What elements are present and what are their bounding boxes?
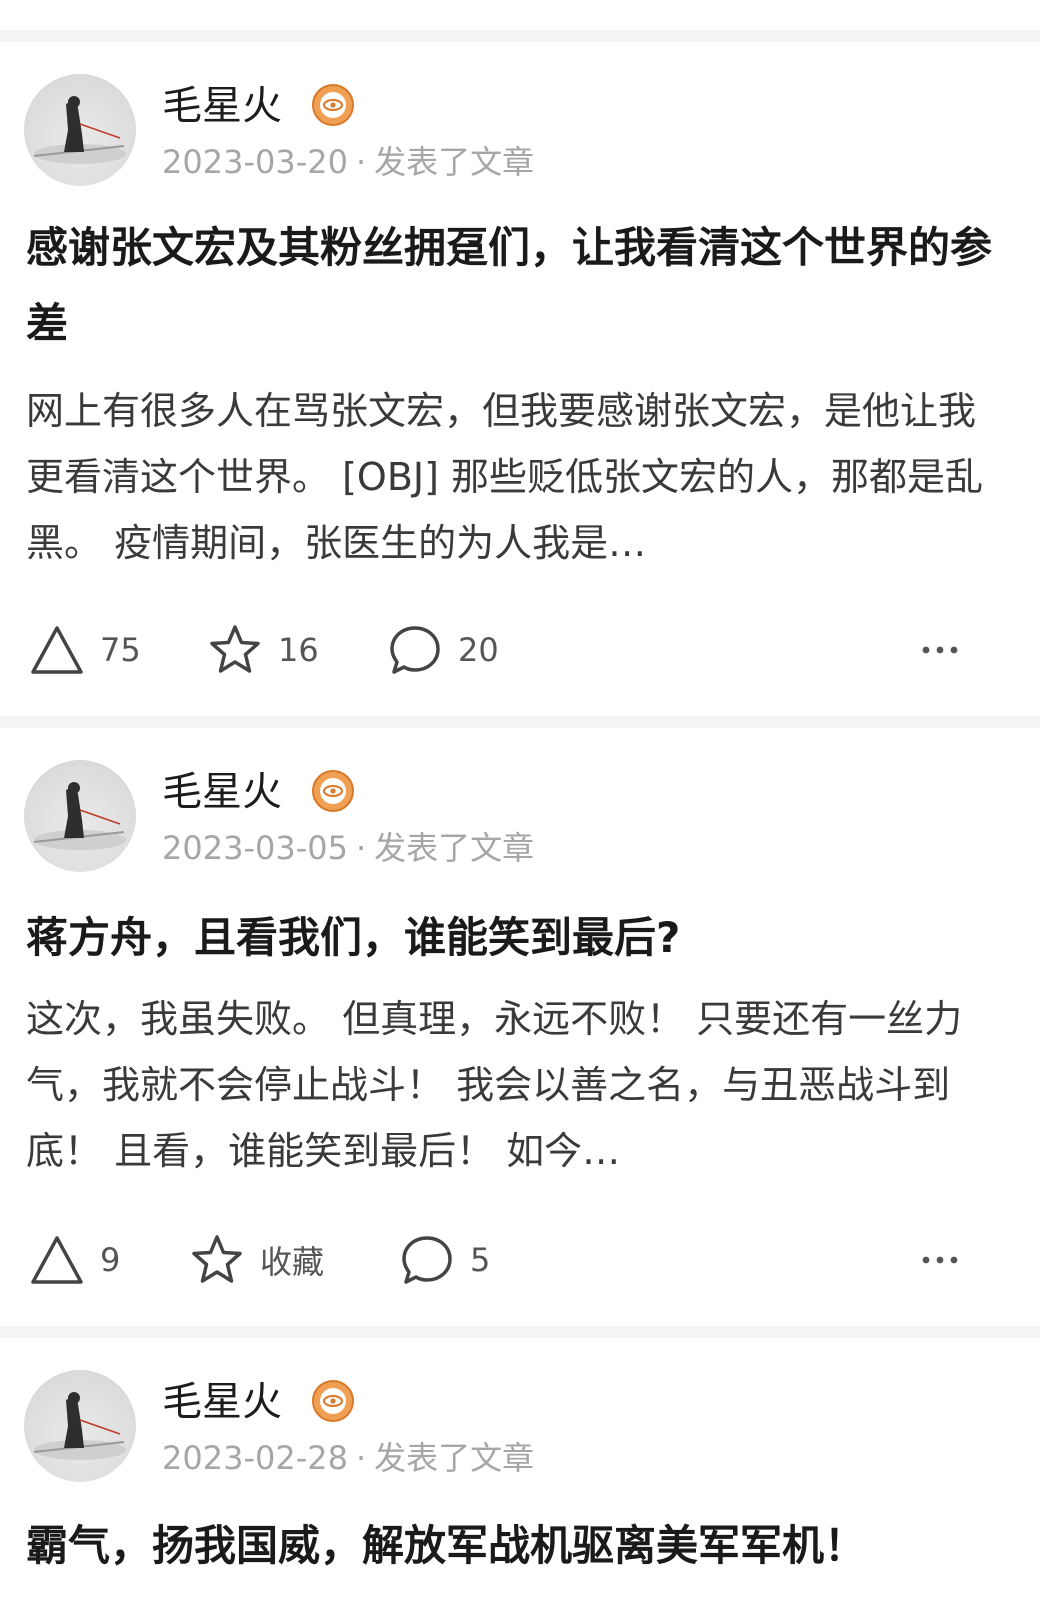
post-meta: 2023-02-28 · 发表了文章 bbox=[162, 1438, 534, 1478]
ellipsis-icon bbox=[922, 1256, 958, 1264]
avatar[interactable] bbox=[24, 74, 136, 186]
favorite-label: 16 bbox=[278, 631, 319, 669]
post-title[interactable]: 感谢张文宏及其粉丝拥趸们，让我看清这个世界的参差 bbox=[26, 210, 1016, 362]
like-button[interactable]: 75 bbox=[30, 620, 141, 680]
more-button[interactable] bbox=[920, 1240, 960, 1284]
post-title[interactable]: 霸气，扬我国威，解放军战机驱离美军军机！ bbox=[26, 1508, 1016, 1584]
post-date: 2023-03-05 bbox=[162, 829, 348, 867]
ellipsis-icon bbox=[922, 646, 958, 654]
speech-bubble-icon bbox=[390, 626, 440, 674]
post-actions: 9 收藏 5 bbox=[0, 1230, 1040, 1290]
post-card[interactable]: 毛星火 2023-03-20 · 发表了文章 感谢张文宏及其粉丝拥趸们，让我看清这个… bbox=[0, 42, 1040, 718]
post-title[interactable]: 蒋方舟，且看我们，谁能笑到最后? bbox=[26, 900, 1016, 976]
comment-button[interactable]: 20 bbox=[388, 620, 499, 680]
author-name[interactable]: 毛星火 bbox=[162, 1378, 282, 1426]
favorite-button[interactable]: 16 bbox=[208, 620, 319, 680]
section-divider bbox=[0, 30, 1040, 42]
like-count: 75 bbox=[100, 631, 141, 669]
post-date: 2023-03-20 bbox=[162, 143, 348, 181]
eye-badge-icon bbox=[312, 770, 354, 812]
triangle-up-icon bbox=[31, 626, 83, 674]
post-excerpt[interactable]: 这次，我虽失败。 但真理，永远不败！ 只要还有一丝力气，我就不会停止战斗！ 我会… bbox=[26, 986, 986, 1184]
like-count: 9 bbox=[100, 1241, 121, 1279]
post-meta: 2023-03-05 · 发表了文章 bbox=[162, 828, 534, 868]
post-action-text: 发表了文章 bbox=[374, 1439, 535, 1477]
meta-separator: · bbox=[355, 1439, 367, 1477]
eye-badge-icon bbox=[312, 1380, 354, 1422]
avatar[interactable] bbox=[24, 1370, 136, 1482]
post-card[interactable]: 毛星火 2023-02-28 · 发表了文章 霸气，扬我国威，解放军战机驱离美军军机… bbox=[0, 1338, 1040, 1608]
like-button[interactable]: 9 bbox=[30, 1230, 120, 1290]
post-action-text: 发表了文章 bbox=[374, 829, 535, 867]
post-actions: 75 16 20 bbox=[0, 620, 1040, 680]
section-divider bbox=[0, 716, 1040, 728]
star-icon bbox=[192, 1235, 242, 1283]
post-excerpt[interactable]: 网上有很多人在骂张文宏，但我要感谢张文宏，是他让我更看清这个世界。 [OBJ] … bbox=[26, 378, 986, 576]
triangle-up-icon bbox=[31, 1236, 83, 1284]
meta-separator: · bbox=[355, 143, 367, 181]
section-divider bbox=[0, 1326, 1040, 1338]
meta-separator: · bbox=[355, 829, 367, 867]
comment-count: 5 bbox=[470, 1241, 491, 1279]
more-button[interactable] bbox=[920, 630, 960, 674]
speech-bubble-icon bbox=[402, 1236, 452, 1284]
favorite-label: 收藏 bbox=[260, 1243, 325, 1281]
author-name[interactable]: 毛星火 bbox=[162, 768, 282, 816]
author-name[interactable]: 毛星火 bbox=[162, 82, 282, 130]
eye-badge-icon bbox=[312, 84, 354, 126]
post-card[interactable]: 毛星火 2023-03-05 · 发表了文章 蒋方舟，且看我们，谁能笑到最后? 这次… bbox=[0, 728, 1040, 1324]
comment-button[interactable]: 5 bbox=[400, 1230, 490, 1290]
post-date: 2023-02-28 bbox=[162, 1439, 348, 1477]
post-meta: 2023-03-20 · 发表了文章 bbox=[162, 142, 534, 182]
post-action-text: 发表了文章 bbox=[374, 143, 535, 181]
favorite-button[interactable]: 收藏 bbox=[190, 1230, 324, 1290]
star-icon bbox=[210, 625, 260, 673]
comment-count: 20 bbox=[458, 631, 499, 669]
avatar[interactable] bbox=[24, 760, 136, 872]
